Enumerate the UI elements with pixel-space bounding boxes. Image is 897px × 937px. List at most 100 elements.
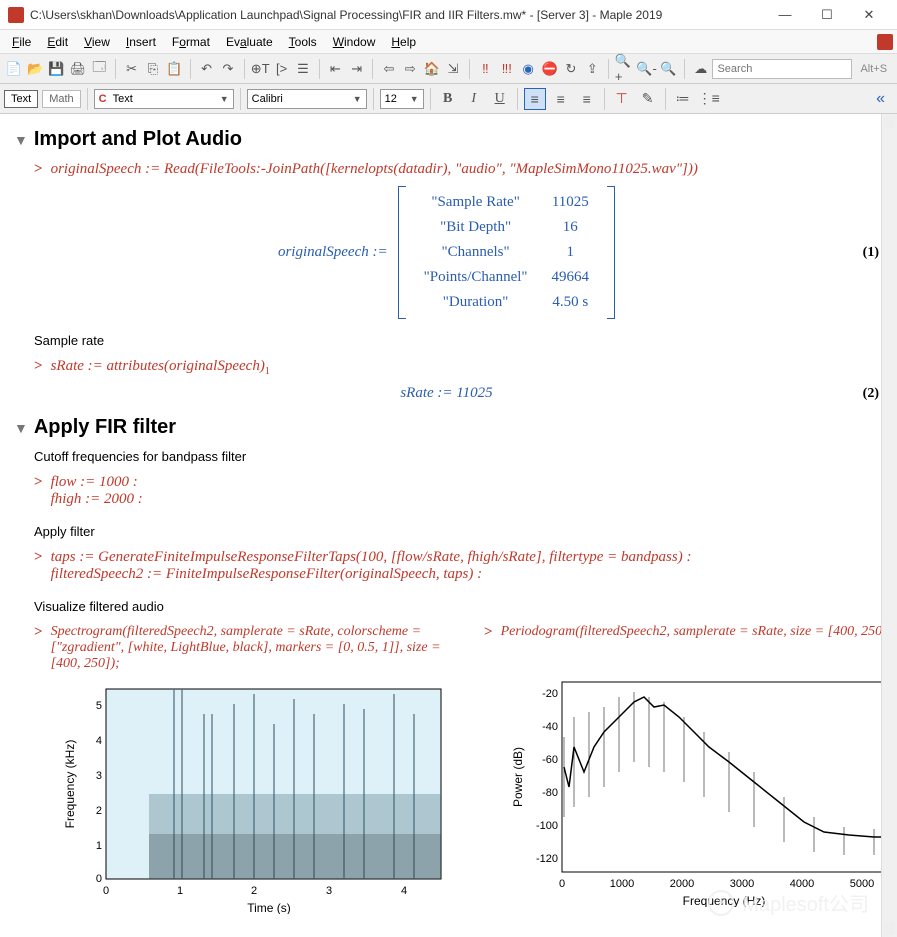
separator: [372, 59, 373, 79]
execution-group[interactable]: > Spectrogram(filteredSpeech2, samplerat…: [34, 624, 454, 672]
text-paragraph[interactable]: Visualize filtered audio: [34, 599, 879, 614]
menu-tools[interactable]: Tools: [281, 33, 325, 51]
stop-icon[interactable]: ⛔: [540, 58, 559, 80]
end-icon[interactable]: ⇲: [443, 58, 462, 80]
home-icon[interactable]: 🏠: [422, 58, 441, 80]
svg-text:-80: -80: [542, 787, 558, 799]
restart-icon[interactable]: ↻: [561, 58, 580, 80]
menu-help[interactable]: Help: [383, 33, 424, 51]
indent-right-icon[interactable]: ⇥: [347, 58, 366, 80]
text-paragraph[interactable]: Cutoff frequencies for bandpass filter: [34, 449, 879, 464]
align-right-button[interactable]: ≡: [576, 88, 598, 110]
insert-prompt-icon[interactable]: [>: [272, 58, 291, 80]
execution-group[interactable]: > sRate := attributes(originalSpeech)1: [34, 358, 879, 377]
align-center-button[interactable]: ≡: [550, 88, 572, 110]
font-color-button[interactable]: ⊤: [611, 88, 633, 110]
maple-cloud-icon[interactable]: ☁: [691, 58, 710, 80]
close-button[interactable]: ✕: [849, 3, 889, 27]
separator: [665, 88, 666, 110]
separator: [430, 88, 431, 110]
underline-button[interactable]: U: [489, 88, 511, 110]
tab-math[interactable]: Math: [42, 90, 80, 108]
maple-input[interactable]: taps := GenerateFiniteImpulseResponseFil…: [51, 549, 692, 566]
paragraph-style-select[interactable]: C Text ▼: [94, 89, 234, 109]
zoom-in-icon[interactable]: 🔍+: [615, 58, 634, 80]
print-preview-icon[interactable]: 🗔: [90, 58, 109, 80]
prompt-icon: >: [34, 358, 43, 377]
font-select[interactable]: Calibri ▼: [247, 89, 367, 109]
section-toggle-icon[interactable]: ▼: [14, 420, 28, 436]
text-paragraph[interactable]: Apply filter: [34, 524, 879, 539]
app-icon: [8, 7, 24, 23]
menu-insert[interactable]: Insert: [118, 33, 164, 51]
matrix-key: "Channels": [412, 240, 540, 265]
svg-text:-100: -100: [536, 820, 558, 832]
redo-icon[interactable]: ↷: [218, 58, 237, 80]
font-size-select[interactable]: 12 ▼: [380, 89, 424, 109]
italic-button[interactable]: I: [463, 88, 485, 110]
debug-icon[interactable]: ◉: [518, 58, 537, 80]
menu-edit[interactable]: Edit: [39, 33, 76, 51]
periodogram-plot[interactable]: -120 -100 -80 -60 -40 -20 0 1000 2000 30…: [504, 677, 897, 907]
align-left-button[interactable]: ≡: [524, 88, 546, 110]
svg-text:0: 0: [103, 885, 109, 897]
maximize-button[interactable]: ☐: [807, 3, 847, 27]
maple-input[interactable]: Periodogram(filteredSpeech2, samplerate …: [501, 624, 893, 641]
save-icon[interactable]: 💾: [47, 58, 66, 80]
text-paragraph[interactable]: Sample rate: [34, 333, 879, 348]
section-header-2[interactable]: ▼ Apply FIR filter: [14, 416, 879, 439]
insert-section-icon[interactable]: ☰: [293, 58, 312, 80]
matrix-key: "Points/Channel": [412, 265, 540, 290]
execution-group[interactable]: > originalSpeech := Read(FileTools:-Join…: [34, 161, 879, 178]
indent-left-icon[interactable]: ⇤: [326, 58, 345, 80]
maple-input[interactable]: fhigh := 2000 :: [51, 491, 143, 508]
step-forward-icon[interactable]: ⇨: [401, 58, 420, 80]
maple-input[interactable]: originalSpeech := Read(FileTools:-JoinPa…: [51, 161, 698, 178]
menu-evaluate[interactable]: Evaluate: [218, 33, 281, 51]
section-header-1[interactable]: ▼ Import and Plot Audio: [14, 128, 879, 151]
new-doc-icon[interactable]: 📄: [4, 58, 23, 80]
undo-icon[interactable]: ↶: [197, 58, 216, 80]
equation-label[interactable]: (1): [863, 245, 879, 261]
paste-icon[interactable]: 📋: [165, 58, 184, 80]
execution-group[interactable]: > taps := GenerateFiniteImpulseResponseF…: [34, 549, 879, 583]
section-toggle-icon[interactable]: ▼: [14, 132, 28, 148]
tab-text[interactable]: Text: [4, 90, 38, 108]
execute-all-icon[interactable]: ‼!: [497, 58, 516, 80]
equation-label[interactable]: (2): [863, 386, 879, 402]
maple-input[interactable]: filteredSpeech2 := FiniteImpulseResponse…: [51, 566, 692, 583]
window-title: C:\Users\skhan\Downloads\Application Lau…: [30, 8, 765, 22]
spectrogram-plot[interactable]: 0 1 2 3 4 5 0 1 2 3 4 Freq: [54, 684, 454, 914]
print-icon[interactable]: 🖨: [68, 58, 87, 80]
menu-file[interactable]: File: [4, 33, 39, 51]
open-icon[interactable]: 📂: [25, 58, 44, 80]
minimize-button[interactable]: —: [765, 3, 805, 27]
maple-input[interactable]: flow := 1000 :: [51, 474, 143, 491]
search-input[interactable]: [712, 59, 852, 79]
execute-icon[interactable]: ‼: [476, 58, 495, 80]
menu-window[interactable]: Window: [325, 33, 384, 51]
collapse-palettes-icon[interactable]: «: [876, 90, 893, 108]
execution-group[interactable]: > Periodogram(filteredSpeech2, samplerat…: [484, 624, 897, 641]
share-icon[interactable]: ⇪: [583, 58, 602, 80]
menu-view[interactable]: View: [76, 33, 118, 51]
xlabel: Time (s): [247, 901, 291, 914]
worksheet-body[interactable]: ▼ Import and Plot Audio > originalSpeech…: [0, 114, 897, 937]
xlabel: Frequency (Hz): [683, 894, 766, 907]
bold-button[interactable]: B: [437, 88, 459, 110]
menu-format[interactable]: Format: [164, 33, 218, 51]
svg-text:3: 3: [326, 885, 332, 897]
cut-icon[interactable]: ✂: [122, 58, 141, 80]
highlight-button[interactable]: ✎: [637, 88, 659, 110]
vertical-scrollbar[interactable]: [881, 114, 897, 937]
zoom-out-icon[interactable]: 🔍-: [636, 58, 657, 80]
copy-icon[interactable]: ⎘: [143, 58, 162, 80]
maple-input[interactable]: sRate := attributes(originalSpeech)1: [51, 358, 270, 377]
insert-text-icon[interactable]: ⊕T: [251, 58, 270, 80]
step-back-icon[interactable]: ⇦: [379, 58, 398, 80]
numbered-list-button[interactable]: ≔: [672, 88, 694, 110]
zoom-reset-icon[interactable]: 🔍: [659, 58, 678, 80]
maple-input[interactable]: Spectrogram(filteredSpeech2, samplerate …: [51, 624, 454, 672]
bullet-list-button[interactable]: ⋮≡: [698, 88, 720, 110]
execution-group[interactable]: > flow := 1000 : fhigh := 2000 :: [34, 474, 879, 508]
